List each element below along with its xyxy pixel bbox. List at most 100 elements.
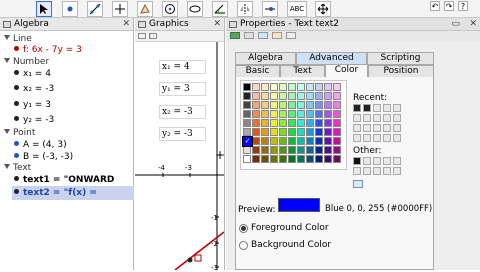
palette-swatch[interactable] — [306, 137, 314, 145]
grid-toggle-icon[interactable] — [149, 33, 157, 39]
palette-swatch[interactable] — [252, 155, 260, 163]
move-view-tool-icon[interactable] — [315, 1, 331, 17]
visibility-dot-icon[interactable] — [14, 153, 19, 158]
recent-color-cell[interactable] — [363, 104, 371, 112]
angle-tool-icon[interactable] — [212, 1, 228, 17]
other-color-cell[interactable] — [363, 157, 371, 165]
palette-swatch[interactable] — [252, 101, 260, 109]
palette-swatch[interactable] — [288, 110, 296, 118]
palette-swatch[interactable] — [288, 128, 296, 136]
palette-swatch[interactable] — [324, 110, 332, 118]
other-color-cell[interactable] — [373, 167, 381, 175]
palette-swatch[interactable] — [333, 146, 341, 154]
palette-swatch[interactable] — [315, 110, 323, 118]
palette-swatch[interactable] — [243, 155, 251, 163]
input-box-x1[interactable]: x₁ = 4 — [159, 60, 206, 74]
palette-swatch[interactable] — [324, 92, 332, 100]
palette-swatch[interactable] — [261, 92, 269, 100]
other-color-cell[interactable] — [373, 157, 381, 165]
recent-color-cell[interactable] — [373, 124, 381, 132]
recent-color-cell[interactable] — [393, 104, 401, 112]
palette-swatch[interactable] — [333, 119, 341, 127]
visibility-dot-icon[interactable] — [14, 46, 19, 51]
palette-swatch[interactable] — [270, 146, 278, 154]
palette-swatch[interactable] — [288, 119, 296, 127]
palette-swatch[interactable] — [315, 92, 323, 100]
recent-color-cell[interactable] — [353, 114, 361, 122]
recent-color-cell[interactable] — [373, 134, 381, 142]
palette-swatch[interactable] — [297, 92, 305, 100]
graphics-canvas[interactable] — [135, 42, 224, 270]
palette-swatch[interactable] — [270, 83, 278, 91]
palette-swatch[interactable] — [324, 128, 332, 136]
palette-swatch[interactable] — [306, 92, 314, 100]
palette-swatch[interactable] — [324, 146, 332, 154]
palette-swatch[interactable] — [324, 119, 332, 127]
palette-swatch[interactable] — [306, 110, 314, 118]
palette-swatch[interactable] — [297, 155, 305, 163]
tab-scripting[interactable]: Scripting — [367, 52, 434, 65]
algebra-item-x2[interactable]: x₂ = -3 — [14, 84, 54, 94]
redo-icon[interactable]: ↷ — [444, 1, 454, 11]
recent-color-cell[interactable] — [363, 134, 371, 142]
palette-swatch[interactable] — [279, 101, 287, 109]
recent-color-cell[interactable] — [383, 134, 391, 142]
palette-swatch[interactable] — [306, 101, 314, 109]
recent-color-cell[interactable] — [383, 124, 391, 132]
palette-swatch[interactable] — [324, 155, 332, 163]
palette-swatch[interactable] — [252, 137, 260, 145]
axes-toggle-icon[interactable] — [138, 33, 146, 39]
visibility-dot-icon[interactable] — [14, 101, 19, 106]
input-box-x2[interactable]: x₂ = -3 — [159, 105, 206, 119]
palette-swatch[interactable] — [324, 137, 332, 145]
visibility-dot-icon[interactable] — [14, 189, 19, 194]
palette-swatch[interactable] — [315, 137, 323, 145]
palette-swatch[interactable] — [270, 137, 278, 145]
layout-tab-icon[interactable] — [272, 32, 282, 39]
palette-swatch[interactable] — [315, 101, 323, 109]
palette-swatch[interactable] — [297, 110, 305, 118]
palette-swatch[interactable] — [243, 128, 251, 136]
color-palette[interactable]: ✓ — [240, 80, 347, 170]
recent-color-cell[interactable] — [363, 114, 371, 122]
move-tool-icon[interactable] — [36, 1, 52, 17]
palette-swatch[interactable] — [243, 119, 251, 127]
palette-swatch[interactable] — [252, 83, 260, 91]
other-color-cell[interactable] — [383, 157, 391, 165]
palette-swatch[interactable] — [279, 128, 287, 136]
point-B[interactable] — [187, 257, 193, 263]
other-color-cell[interactable] — [353, 157, 361, 165]
palette-swatch[interactable] — [297, 137, 305, 145]
palette-swatch[interactable] — [288, 137, 296, 145]
palette-swatch[interactable] — [261, 137, 269, 145]
recent-color-cell[interactable] — [353, 104, 361, 112]
palette-swatch[interactable] — [279, 119, 287, 127]
palette-swatch[interactable] — [261, 119, 269, 127]
input-box-y2[interactable]: y₂ = -3 — [159, 127, 206, 141]
help-icon[interactable]: ? — [458, 1, 468, 11]
palette-swatch[interactable] — [315, 128, 323, 136]
recent-color-cell[interactable] — [393, 134, 401, 142]
palette-swatch[interactable] — [261, 101, 269, 109]
palette-swatch[interactable] — [243, 110, 251, 118]
algebra-item-x1[interactable]: x₁ = 4 — [14, 69, 51, 79]
palette-swatch[interactable] — [261, 83, 269, 91]
line-tool-icon[interactable] — [87, 1, 103, 17]
recent-color-cell[interactable] — [383, 104, 391, 112]
palette-swatch[interactable] — [243, 146, 251, 154]
palette-swatch[interactable] — [306, 83, 314, 91]
palette-swatch[interactable] — [306, 155, 314, 163]
slider-tool-icon[interactable] — [262, 1, 278, 17]
palette-swatch[interactable] — [324, 101, 332, 109]
palette-swatch[interactable] — [333, 83, 341, 91]
graphics-tab-icon[interactable] — [230, 32, 240, 39]
palette-swatch[interactable] — [252, 110, 260, 118]
palette-swatch[interactable] — [297, 146, 305, 154]
palette-swatch[interactable] — [333, 92, 341, 100]
palette-swatch[interactable] — [261, 110, 269, 118]
algebra-item-A[interactable]: A = (4, 3) — [14, 140, 67, 150]
palette-swatch[interactable] — [333, 128, 341, 136]
algebra-item-B[interactable]: B = (-3, -3) — [14, 152, 73, 162]
recent-color-cell[interactable] — [353, 124, 361, 132]
palette-swatch[interactable] — [243, 101, 251, 109]
